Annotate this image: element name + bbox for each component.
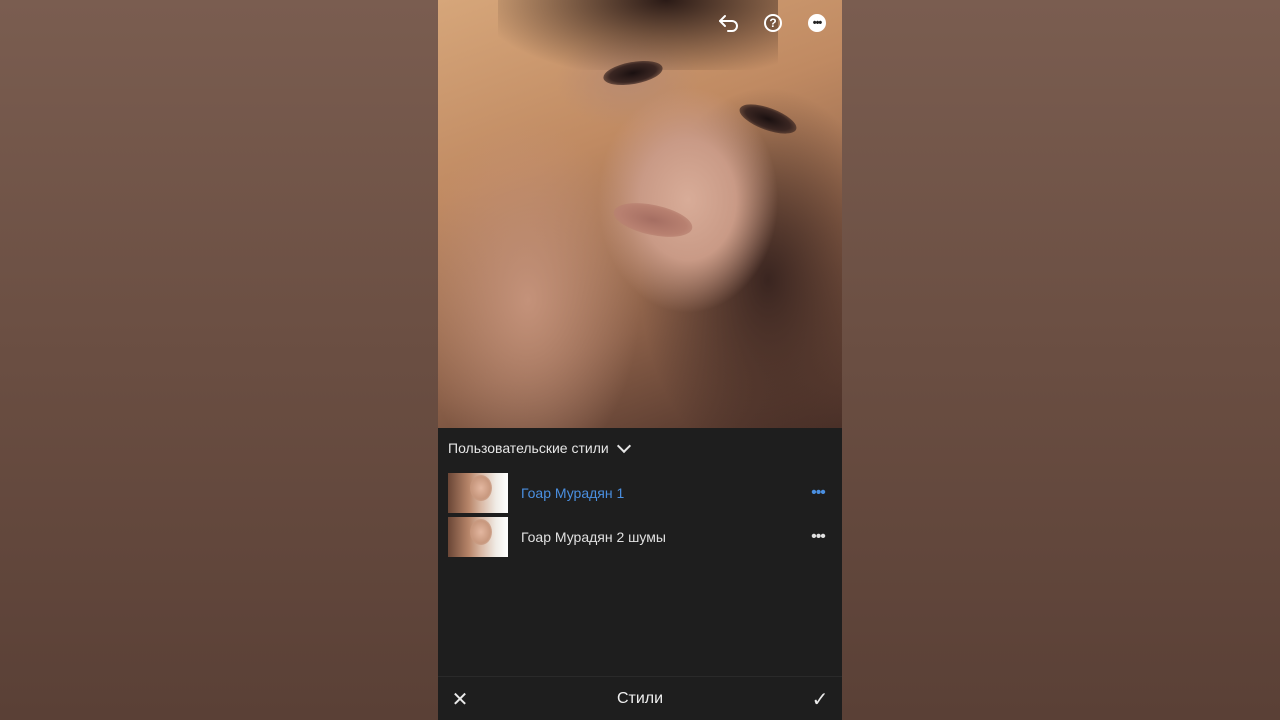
background-blur-right (842, 0, 1280, 720)
photo-preview: ? ••• (438, 0, 842, 428)
category-label: Пользовательские стили (448, 440, 609, 456)
more-icon[interactable]: ••• (802, 10, 832, 36)
preset-thumbnail (448, 473, 508, 513)
more-options-icon[interactable]: ••• (806, 485, 830, 501)
close-icon[interactable]: ✕ (438, 677, 482, 720)
preset-name: Гоар Мурадян 1 (521, 485, 625, 501)
top-toolbar: ? ••• (714, 10, 832, 36)
chevron-down-icon (616, 438, 631, 454)
background-blur-left (0, 0, 438, 720)
preset-name: Гоар Мурадян 2 шумы (521, 529, 666, 545)
undo-icon[interactable] (714, 10, 744, 36)
category-dropdown[interactable]: Пользовательские стили (448, 438, 631, 456)
preset-item[interactable]: Гоар Мурадян 2 шумы ••• (438, 515, 842, 559)
panel-title: Стили (616, 690, 664, 707)
check-icon[interactable]: ✓ (798, 677, 842, 720)
bottom-bar: ✕ Стили ✓ (438, 676, 842, 720)
app-screen: ? ••• Пользовательские стили Гоар Мурадя… (438, 0, 842, 720)
help-icon[interactable]: ? (758, 10, 788, 36)
preset-thumbnail (448, 517, 508, 557)
more-options-icon[interactable]: ••• (806, 529, 830, 545)
preset-item[interactable]: Гоар Мурадян 1 ••• (438, 471, 842, 515)
presets-panel: Пользовательские стили Гоар Мурадян 1 ••… (438, 428, 842, 676)
